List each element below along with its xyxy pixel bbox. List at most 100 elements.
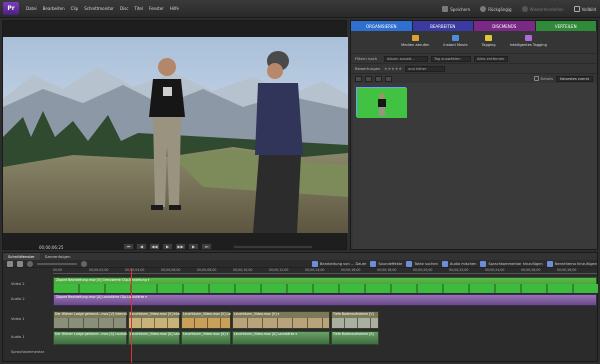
clip-name: Leuchtturm_Video.mov [V] Lautstärke ▾ bbox=[183, 312, 231, 316]
beat-detect-button[interactable]: Takte suchen bbox=[406, 260, 438, 267]
get-media-button[interactable]: Medien abrufen bbox=[401, 35, 429, 53]
audio-1-clip-3[interactable]: Leuchtturm_Video.mov [A] ▾ bbox=[181, 331, 231, 345]
instant-movie-button[interactable]: Instant Movie bbox=[443, 35, 468, 53]
details-toggle[interactable]: Details bbox=[533, 76, 553, 81]
view-toolbar: Details Neuestes zuerst bbox=[351, 73, 597, 83]
track-label: Sprachkommentar bbox=[11, 350, 45, 354]
clip-name: Leuchtturm_Video.mov [V] Intensität ▾ bbox=[130, 312, 180, 316]
tab-organisieren[interactable]: ORGANISIEREN bbox=[351, 21, 413, 31]
step-back-button[interactable]: ◀ bbox=[136, 243, 147, 250]
menu-fenster[interactable]: Fenster bbox=[146, 6, 167, 11]
tab-verteilen[interactable]: VERTEILEN bbox=[535, 21, 597, 31]
media-thumbnail[interactable] bbox=[356, 87, 407, 118]
redo-button[interactable]: Wiederherstellen bbox=[521, 6, 564, 12]
playhead[interactable] bbox=[131, 268, 132, 363]
track-label: Video 1 bbox=[11, 317, 25, 321]
save-button[interactable]: Speichern bbox=[442, 6, 470, 12]
video-1-clip-5[interactable]: Tiefe Bodenaufnahme [V] bbox=[331, 311, 379, 329]
edit-icon bbox=[311, 260, 318, 267]
menu-bearbeiten[interactable]: Bearbeiten bbox=[40, 6, 68, 11]
details-label: Details bbox=[540, 76, 553, 81]
menu-titel[interactable]: Titel bbox=[131, 6, 146, 11]
image-filter-icon[interactable] bbox=[375, 75, 382, 82]
menu-disc[interactable]: Disc bbox=[117, 6, 131, 11]
menu-datei[interactable]: Datei bbox=[23, 6, 40, 11]
redo-icon bbox=[521, 6, 528, 12]
clip-name: Leuchtturm_Video.mov [A] ▾ bbox=[183, 332, 229, 336]
menu-schnittmonitor[interactable]: Schnittmonitor bbox=[81, 6, 117, 11]
tab-szenenfolgen[interactable]: Szenenfolgen bbox=[40, 253, 76, 260]
tagging-label: Tagging bbox=[481, 43, 496, 47]
audio-1-clip-5[interactable]: Tiefe Bodenaufnahme [A] bbox=[331, 331, 379, 345]
track-voiceover: Sprachkommentar bbox=[3, 348, 599, 358]
app-logo: Pr bbox=[3, 2, 19, 15]
sound-effects-button[interactable]: Soundeffekte bbox=[370, 260, 403, 267]
audio-1-clip-2[interactable]: Leuchtturm_Video.mov [A] Lautstärke ▾ bbox=[128, 331, 180, 345]
video-1-clip-3[interactable]: Leuchtturm_Video.mov [V] Lautstärke ▾ bbox=[181, 311, 231, 329]
instant-movie-label: Instant Movie bbox=[443, 43, 468, 47]
smart-fix-button[interactable]: Bearbeitung von ... Dauer bbox=[311, 260, 366, 267]
voiceover-label: Sprachkommentar hinzufügen bbox=[488, 261, 543, 266]
audio-filter-icon[interactable] bbox=[365, 75, 372, 82]
zoom-out-icon[interactable] bbox=[27, 260, 33, 267]
zoom-slider[interactable] bbox=[37, 262, 77, 265]
clip-thumbnails bbox=[233, 318, 329, 328]
ruler-tick: 00;00;18;00 bbox=[377, 268, 397, 272]
tag-select[interactable]: Tag auswählen bbox=[431, 55, 471, 62]
media-browser bbox=[353, 83, 597, 249]
step-forward-button[interactable]: ▶ bbox=[188, 243, 199, 250]
speaker-icon bbox=[370, 260, 377, 267]
rewind-button[interactable]: ◀◀ bbox=[149, 243, 160, 250]
transport-controls: ⏮ ◀ ◀◀ ▶ ▶▶ ▶ ⏭ bbox=[123, 243, 212, 250]
go-to-start-button[interactable]: ⏮ bbox=[123, 243, 134, 250]
ruler-tick: 00;00;22;00 bbox=[449, 268, 469, 272]
audio-2-clip[interactable]: Zipped Bearbeitung.mov [A] Lautstärke Cl… bbox=[53, 294, 597, 306]
sort-select[interactable]: Neuestes zuerst bbox=[555, 75, 593, 82]
marker-icon[interactable] bbox=[17, 260, 23, 267]
menu-hilfe[interactable]: Hilfe bbox=[167, 6, 182, 11]
ruler-tick: 00;00;08;00 bbox=[197, 268, 217, 272]
album-select[interactable]: Album auswä... bbox=[384, 55, 428, 62]
play-button[interactable]: ▶ bbox=[162, 243, 173, 250]
video-filter-icon[interactable] bbox=[355, 75, 362, 82]
audio-1-clip-4[interactable]: Leuchtturm_Video.mov [A] Lautstärke ▾ bbox=[232, 331, 330, 345]
fast-forward-button[interactable]: ▶▶ bbox=[175, 243, 186, 250]
video-1-clip-1[interactable]: Der Wiener Lodge getrennt...mov [V] Inte… bbox=[53, 311, 127, 329]
current-timecode[interactable]: 00;00;06;25 bbox=[39, 245, 63, 250]
video-1-clip-4[interactable]: Leuchtturm_Video.mov [V] ▾ bbox=[232, 311, 330, 329]
tab-discmenues[interactable]: DISCMENÜS bbox=[474, 21, 536, 31]
audio-mix-button[interactable]: Audio mischen bbox=[441, 260, 476, 267]
tagging-button[interactable]: Tagging bbox=[482, 35, 496, 53]
ruler-tick: 00;00;20;00 bbox=[413, 268, 433, 272]
time-ruler[interactable]: 00;00 00;00;02;00 00;00;04;00 00;00;06;0… bbox=[53, 268, 597, 274]
star-rating-icon[interactable]: ★★★★★ bbox=[384, 66, 402, 71]
clip-name: Der Wiener Lodge getrennt...mov [V] Inte… bbox=[55, 312, 127, 316]
video-2-clip[interactable]: Zipped Bearbeitung.mov [V] Grenzwerte Cl… bbox=[53, 277, 598, 293]
sound-effects-label: Soundeffekte bbox=[378, 261, 403, 266]
window-actions: Speichern Rückgängig Wiederherstellen Vo… bbox=[442, 0, 596, 18]
scrub-bar[interactable] bbox=[233, 245, 313, 249]
clip-name: Leuchtturm_Video.mov [A] Lautstärke ▾ bbox=[130, 332, 180, 336]
fullscreen-button[interactable]: Vollbild bbox=[573, 6, 596, 12]
audio-1-clip-1[interactable]: Der Wiener Lodge getrennt...mov [A] Laut… bbox=[53, 331, 127, 345]
scissors-icon[interactable] bbox=[7, 260, 13, 267]
smart-tagging-button[interactable]: Intelligentes Tagging bbox=[510, 35, 547, 53]
project-filter-icon[interactable] bbox=[385, 75, 392, 82]
theme-button[interactable]: Nennthema hinzufügen bbox=[546, 260, 597, 267]
rating-select[interactable]: und höher bbox=[404, 65, 445, 72]
clip-name: Leuchtturm_Video.mov [V] ▾ bbox=[234, 312, 280, 316]
video-1-clip-2[interactable]: Leuchtturm_Video.mov [V] Intensität ▾ bbox=[128, 311, 180, 329]
clear-filters-button[interactable]: Alles entfernen bbox=[474, 55, 508, 62]
voiceover-button[interactable]: Sprachkommentar hinzufügen bbox=[480, 260, 543, 267]
tab-bearbeiten[interactable]: BEARBEITEN bbox=[412, 21, 474, 31]
menu-clip[interactable]: Clip bbox=[68, 6, 82, 11]
save-icon bbox=[442, 6, 449, 12]
go-to-end-button[interactable]: ⏭ bbox=[201, 243, 212, 250]
ruler-tick: 00;00;16;00 bbox=[341, 268, 361, 272]
ruler-tick: 00;00;28;00 bbox=[557, 268, 577, 272]
tab-schnittfenster[interactable]: Schnittfenster bbox=[3, 253, 40, 260]
track-video-1: Video 1 Der Wiener Lodge getrennt...mov … bbox=[3, 311, 599, 329]
zoom-in-icon[interactable] bbox=[81, 260, 87, 267]
smart-tagging-label: Intelligentes Tagging bbox=[509, 43, 547, 47]
undo-button[interactable]: Rückgängig bbox=[480, 6, 512, 12]
